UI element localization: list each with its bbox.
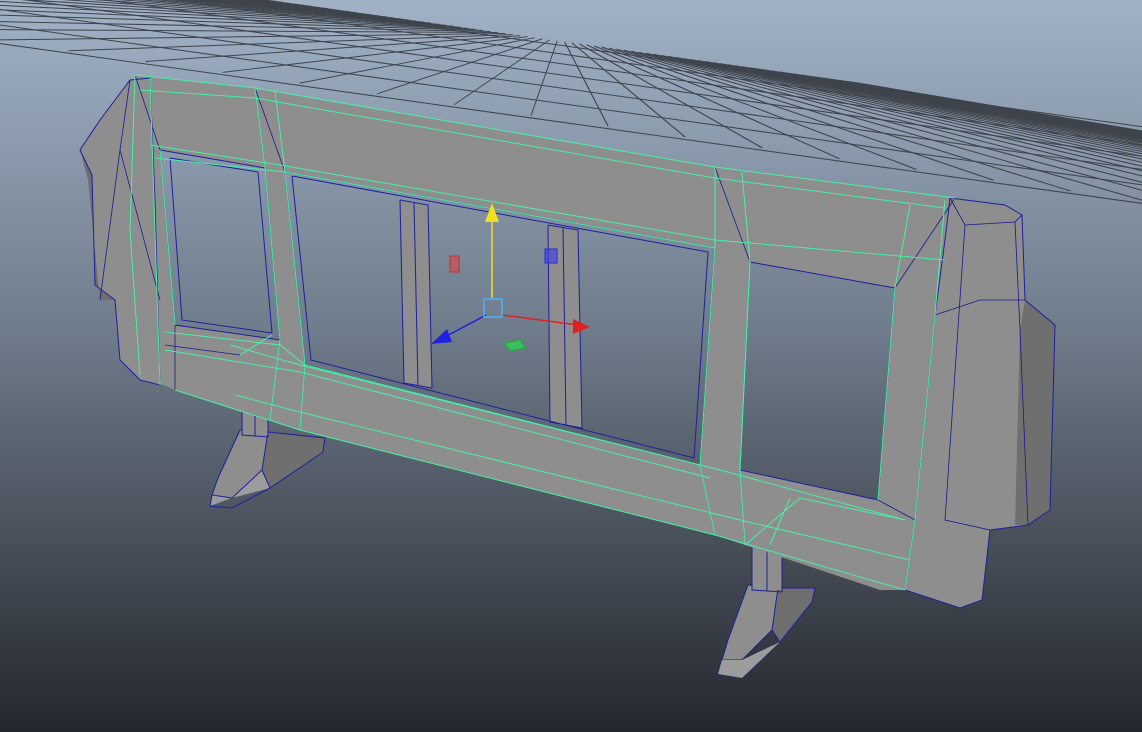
bar-1[interactable]	[399, 199, 433, 389]
yz-plane-handle[interactable]	[449, 255, 460, 273]
xy-plane-handle[interactable]	[544, 248, 558, 264]
viewport-canvas[interactable]	[0, 0, 1142, 732]
perspective-viewport[interactable]	[0, 0, 1142, 732]
